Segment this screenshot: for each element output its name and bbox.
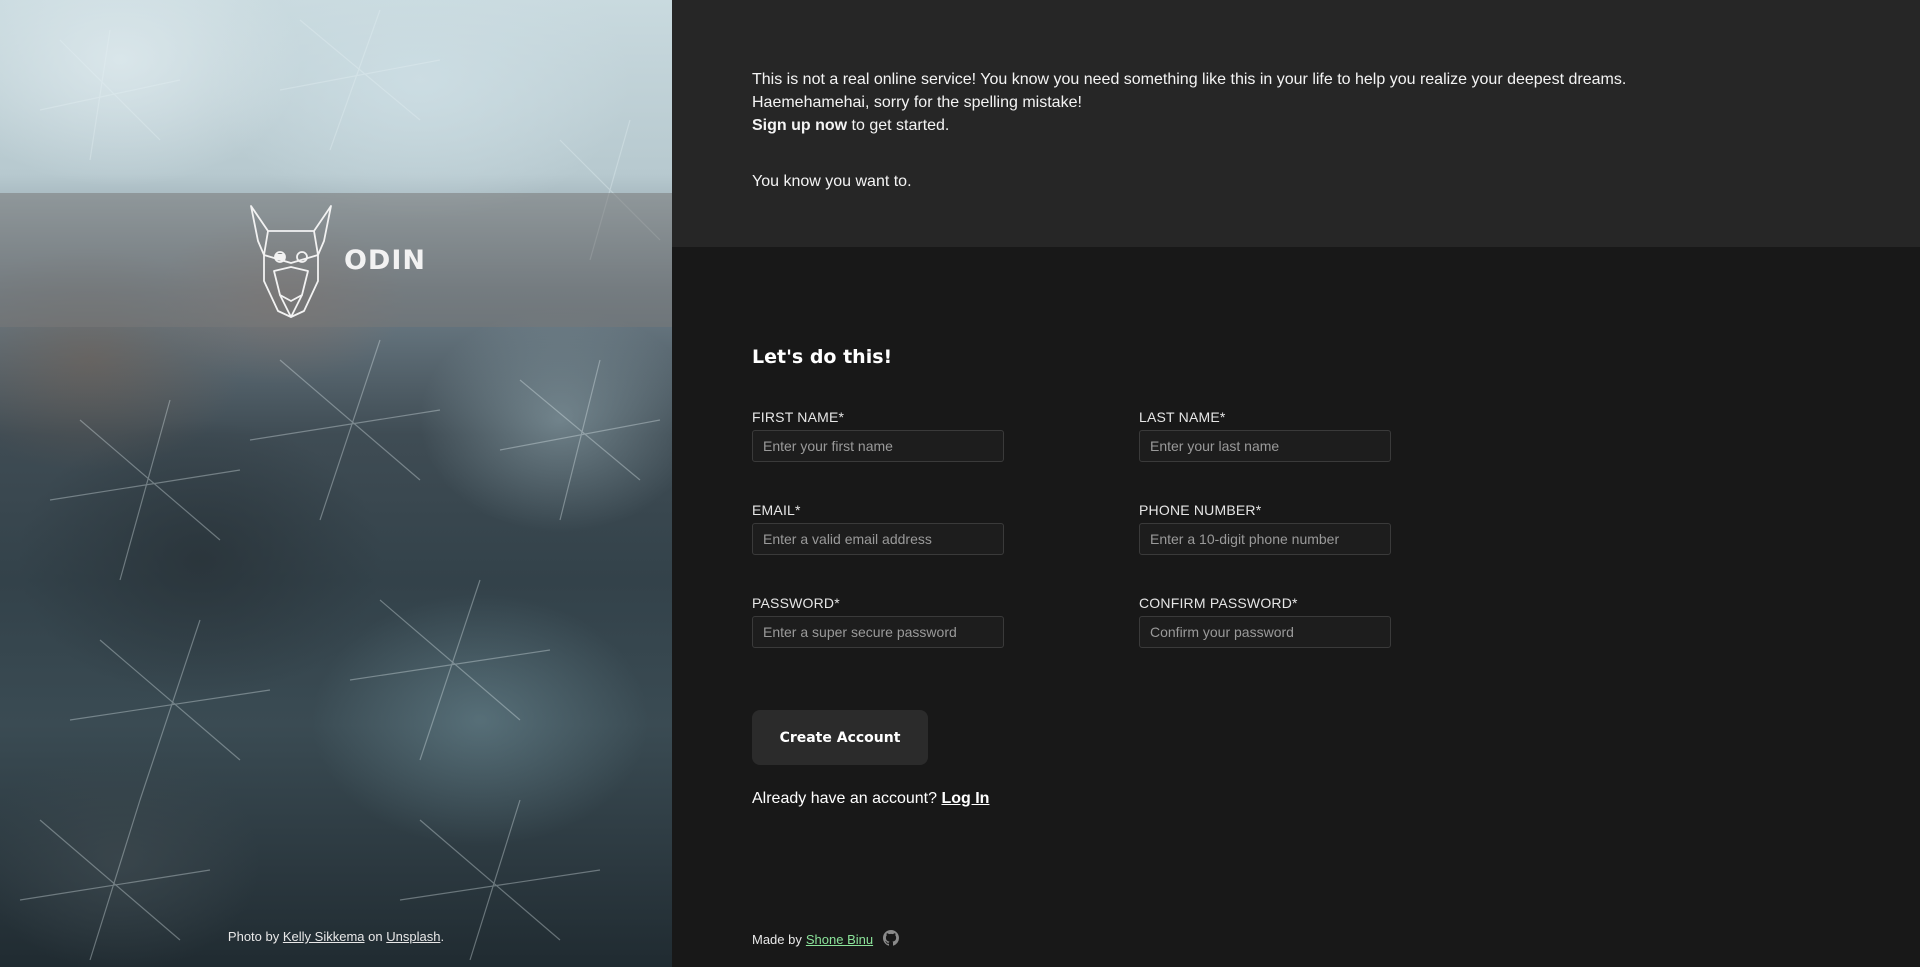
- intro-signup-line: Sign up now to get started.: [752, 114, 1920, 137]
- last-name-field: LAST NAME*: [1139, 409, 1391, 462]
- intro-section: This is not a real online service! You k…: [672, 0, 1920, 247]
- first-name-label: FIRST NAME*: [752, 409, 845, 425]
- photo-credit-prefix: Photo by: [227, 929, 280, 944]
- phone-number-field: PHONE NUMBER*: [1139, 502, 1391, 555]
- confirm-password-label: CONFIRM PASSWORD*: [1139, 595, 1298, 611]
- first-name-field: FIRST NAME*: [752, 409, 1004, 462]
- confirm-password-input[interactable]: [1139, 616, 1391, 648]
- signup-now-text: Sign up now: [752, 117, 848, 134]
- intro-text-line-2: Haemehamehai, sorry for the spelling mis…: [752, 94, 1082, 111]
- last-name-input[interactable]: [1139, 430, 1391, 462]
- email-label: EMAIL*: [752, 502, 801, 518]
- photo-credit-middle: on: [368, 929, 383, 944]
- signup-rest-text: to get started.: [847, 117, 950, 134]
- form-fields-grid: FIRST NAME* LAST NAME* EMAIL* PHONE NUMB…: [752, 409, 1392, 669]
- made-by-text: Made by: [752, 932, 802, 947]
- email-field: EMAIL*: [752, 502, 1004, 555]
- odin-viking-head-icon: [246, 201, 336, 319]
- logo-band: ODIN: [0, 193, 672, 327]
- brand-name: ODIN: [343, 244, 426, 276]
- login-prompt-text: Already have an account?: [752, 790, 938, 807]
- confirm-password-field: CONFIRM PASSWORD*: [1139, 595, 1391, 648]
- phone-number-input[interactable]: [1139, 523, 1391, 555]
- signup-form: Let's do this! FIRST NAME* LAST NAME* EM…: [752, 346, 1391, 807]
- first-name-input[interactable]: [752, 430, 1004, 462]
- signup-panel: This is not a real online service! You k…: [672, 0, 1920, 967]
- last-name-label: LAST NAME*: [1139, 409, 1226, 425]
- photo-credit-suffix: .: [440, 929, 445, 944]
- github-icon[interactable]: [883, 930, 900, 949]
- footer-credit: Made by Shone Binu: [752, 930, 900, 949]
- create-account-button[interactable]: Create Account: [752, 710, 928, 765]
- intro-text-line-1: This is not a real online service! You k…: [752, 71, 1627, 88]
- login-prompt: Already have an account? Log In: [752, 790, 989, 808]
- unsplash-link[interactable]: Unsplash: [386, 929, 440, 944]
- log-in-link[interactable]: Log In: [941, 790, 989, 807]
- photo-credit: Photo by Kelly Sikkema on Unsplash.: [0, 929, 672, 944]
- author-link[interactable]: Shone Binu: [806, 932, 873, 947]
- phone-number-label: PHONE NUMBER*: [1139, 502, 1262, 518]
- photo-author-link[interactable]: Kelly Sikkema: [283, 929, 365, 944]
- email-input[interactable]: [752, 523, 1004, 555]
- intro-text-line-4: You know you want to.: [752, 173, 912, 190]
- frost-background-image: [19, 9, 661, 961]
- brand-logo: ODIN: [246, 201, 426, 319]
- password-label: PASSWORD*: [752, 595, 840, 611]
- hero-image-panel: ODIN Photo by Kelly Sikkema on Unsplash.: [0, 0, 672, 967]
- password-input[interactable]: [752, 616, 1004, 648]
- form-title: Let's do this!: [752, 346, 893, 368]
- password-field: PASSWORD*: [752, 595, 1004, 648]
